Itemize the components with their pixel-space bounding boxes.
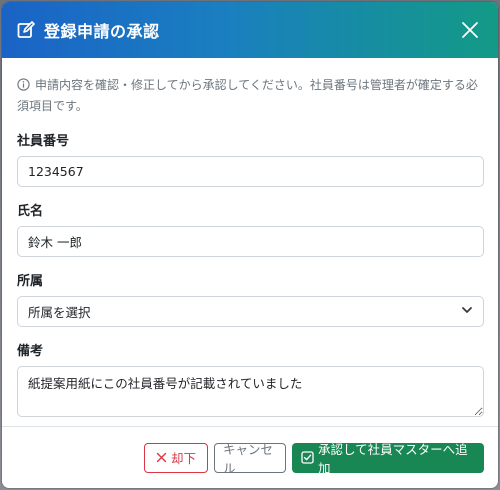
dialog-body: 申請内容を確認・修正してから承認してください。社員番号は管理者が確定する必須項目… xyxy=(2,58,498,417)
approve-button[interactable]: 承認して社員マスターへ追加 xyxy=(292,442,484,476)
department-label: 所属 xyxy=(17,274,44,289)
close-button[interactable] xyxy=(458,18,482,42)
name-input[interactable] xyxy=(17,226,484,257)
info-circle-icon xyxy=(17,78,30,97)
check-square-icon xyxy=(301,451,314,464)
dialog-title: 登録申請の承認 xyxy=(44,22,160,41)
reject-button[interactable]: 却下 xyxy=(144,442,208,473)
department-select[interactable]: 所属を選択 xyxy=(17,296,484,327)
employee-number-input[interactable] xyxy=(17,156,484,187)
x-icon xyxy=(156,452,167,463)
instruction-text: 申請内容を確認・修正してから承認してください。社員番号は管理者が確定する必須項目… xyxy=(17,78,478,113)
approve-label: 承認して社員マスターへ追加 xyxy=(318,441,468,476)
remarks-label: 備考 xyxy=(17,344,44,359)
remarks-textarea[interactable]: 紙提案用紙にこの社員番号が記載されていました xyxy=(17,366,484,417)
close-icon xyxy=(462,22,478,38)
name-label: 氏名 xyxy=(17,204,44,219)
instruction-note: 申請内容を確認・修正してから承認してください。社員番号は管理者が確定する必須項目… xyxy=(17,76,484,116)
cancel-label: キャンセル xyxy=(223,441,274,476)
cancel-button[interactable]: キャンセル xyxy=(214,442,286,476)
employee-number-label: 社員番号 xyxy=(17,134,70,149)
approval-dialog: 登録申請の承認 申請内容を確認・修正してから承認してください。社員番号は管理者が… xyxy=(2,2,498,488)
dialog-footer: 却下 キャンセル 承認して社員マスターへ追加 xyxy=(2,426,498,488)
edit-icon xyxy=(16,20,36,40)
chevron-down-icon xyxy=(461,304,473,319)
dialog-header: 登録申請の承認 xyxy=(2,2,498,58)
department-select-value: 所属を選択 xyxy=(28,305,91,320)
reject-label: 却下 xyxy=(170,451,196,466)
